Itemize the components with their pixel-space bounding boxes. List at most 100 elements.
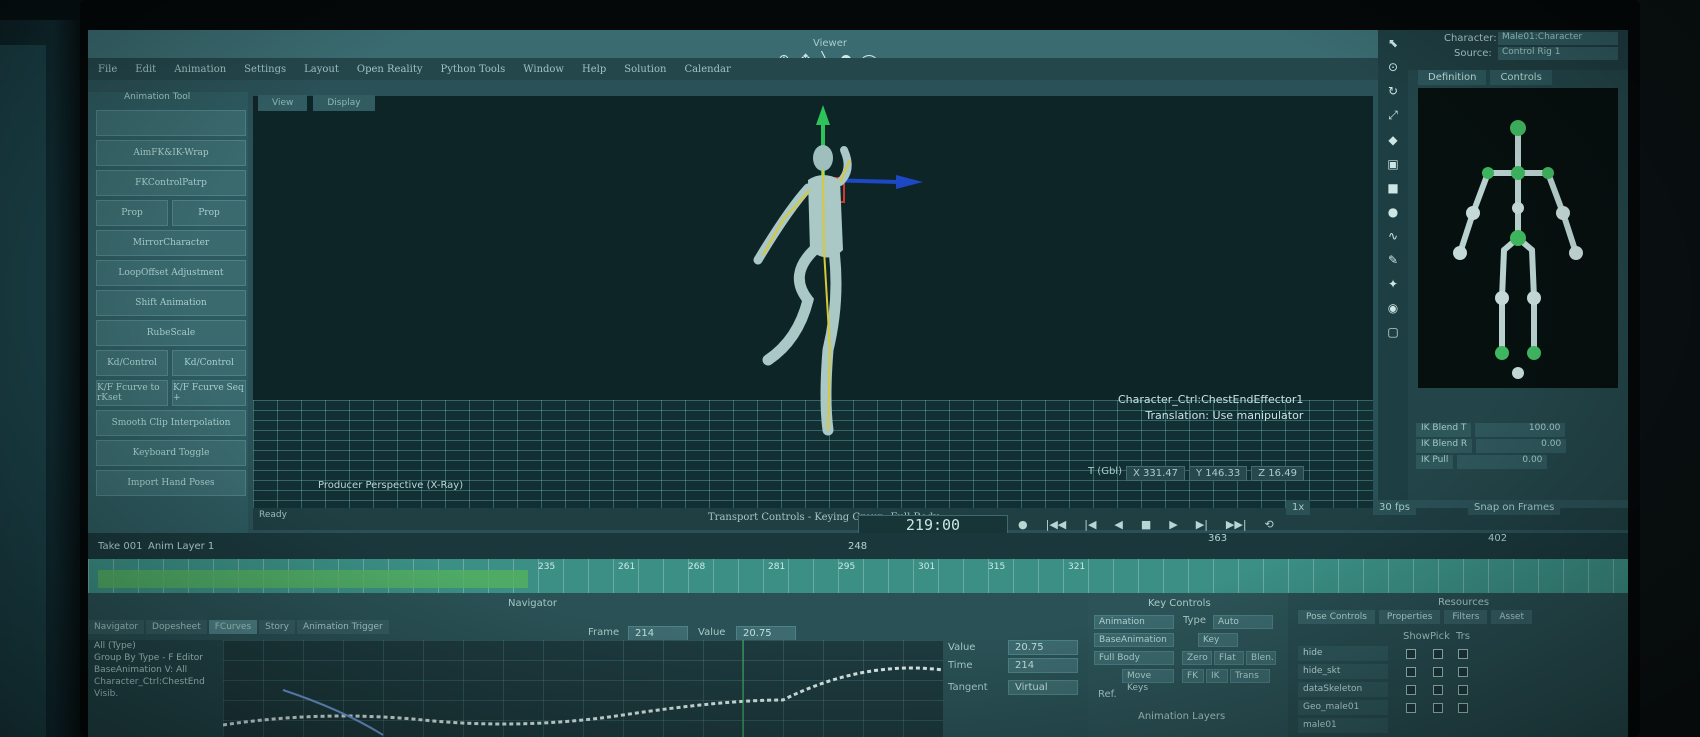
show-checkbox[interactable] bbox=[1406, 667, 1416, 677]
blend-button[interactable]: Blen. bbox=[1246, 651, 1276, 665]
playback-speed[interactable]: 1x bbox=[1286, 500, 1311, 515]
range-end[interactable]: 363 bbox=[1208, 533, 1227, 544]
tree-item[interactable]: Group By Type - F Editor bbox=[88, 652, 223, 664]
ik-button[interactable]: IK bbox=[1206, 669, 1228, 683]
tree-item[interactable]: Visib. bbox=[88, 688, 223, 700]
play-back-icon[interactable]: ◀ bbox=[1114, 518, 1122, 531]
tab-pose-controls[interactable]: Pose Controls bbox=[1298, 610, 1375, 624]
tool-button-fcurve-rkset[interactable]: K/F Fcurve to rKset bbox=[96, 380, 168, 406]
loop-icon[interactable]: ⟲ bbox=[1265, 518, 1274, 531]
animation-button[interactable]: Animation bbox=[1094, 615, 1174, 629]
coord-x[interactable]: X 331.47 bbox=[1125, 466, 1185, 481]
tab-fcurves[interactable]: FCurves bbox=[208, 620, 258, 634]
pick-checkbox[interactable] bbox=[1433, 703, 1443, 713]
scale-icon[interactable]: ⤢ bbox=[1388, 108, 1398, 123]
key-time-field[interactable]: 214 bbox=[1008, 658, 1078, 673]
record-icon[interactable]: ● bbox=[1018, 518, 1028, 531]
menu-open-reality[interactable]: Open Reality bbox=[357, 64, 423, 75]
tab-properties[interactable]: Properties bbox=[1378, 610, 1441, 624]
tab-story[interactable]: Story bbox=[259, 620, 295, 634]
tool-button-aim[interactable]: AimFK&IK-Wrap bbox=[96, 140, 246, 166]
tool-button-mirror[interactable]: MirrorCharacter bbox=[96, 230, 246, 256]
move-keys-button[interactable]: Move Keys bbox=[1122, 669, 1174, 693]
global-icon[interactable]: ⊙ bbox=[1388, 60, 1398, 74]
tool-button-blank[interactable] bbox=[96, 110, 246, 136]
menu-window[interactable]: Window bbox=[523, 64, 564, 75]
tab-navigator[interactable]: Navigator bbox=[88, 620, 145, 634]
curve-tree[interactable]: All (Type) Group By Type - F Editor Base… bbox=[88, 640, 223, 737]
show-checkbox[interactable] bbox=[1406, 649, 1416, 659]
menu-calendar[interactable]: Calendar bbox=[684, 64, 730, 75]
coord-z[interactable]: Z 16.49 bbox=[1251, 466, 1304, 481]
tool-button-smooth-clip[interactable]: Smooth Clip Interpolation bbox=[96, 410, 246, 436]
cursor-icon[interactable]: ⬉ bbox=[1388, 36, 1398, 50]
tool-button-prop-a[interactable]: Prop bbox=[96, 200, 168, 226]
pick-checkbox[interactable] bbox=[1433, 649, 1443, 659]
tree-item[interactable]: BaseAnimation V: All bbox=[88, 664, 223, 676]
tab-animation-trigger[interactable]: Animation Trigger bbox=[296, 620, 389, 634]
key-value-field[interactable]: 20.75 bbox=[1008, 640, 1078, 655]
ik-blend-r-value[interactable]: 0.00 bbox=[1476, 439, 1567, 453]
flat-button[interactable]: Flat bbox=[1214, 651, 1244, 665]
trs-checkbox[interactable] bbox=[1458, 667, 1468, 677]
tool-button-keyboard-toggle[interactable]: Keyboard Toggle bbox=[96, 440, 246, 466]
resource-item[interactable]: hide_skt bbox=[1298, 664, 1388, 679]
fps-selector[interactable]: 30 fps bbox=[1373, 500, 1416, 515]
tab-display[interactable]: Display bbox=[313, 95, 375, 111]
curve-icon[interactable]: ∿ bbox=[1388, 229, 1398, 243]
tab-controls[interactable]: Controls bbox=[1490, 70, 1552, 85]
trans-button[interactable]: Trans bbox=[1230, 669, 1270, 683]
sphere-tool-icon[interactable]: ● bbox=[1388, 205, 1398, 219]
menu-python-tools[interactable]: Python Tools bbox=[441, 64, 506, 75]
next-key-icon[interactable]: ▶| bbox=[1196, 518, 1208, 531]
tool-button-rubescale[interactable]: RubeScale bbox=[96, 320, 246, 346]
tab-definition[interactable]: Definition bbox=[1418, 70, 1487, 85]
tool-button-fcurve-seq[interactable]: K/F Fcurve Seq + bbox=[172, 380, 246, 406]
cube-icon[interactable]: ■ bbox=[1387, 181, 1398, 195]
prev-key-icon[interactable]: |◀ bbox=[1084, 518, 1096, 531]
menu-solution[interactable]: Solution bbox=[624, 64, 666, 75]
tool-button-kd-a[interactable]: Kd/Control bbox=[96, 350, 168, 376]
trs-checkbox[interactable] bbox=[1458, 649, 1468, 659]
tree-item[interactable]: All (Type) bbox=[88, 640, 223, 652]
current-frame-field[interactable]: 219:00 bbox=[858, 515, 1008, 535]
show-checkbox[interactable] bbox=[1406, 685, 1416, 695]
play-icon[interactable]: ▶ bbox=[1169, 518, 1177, 531]
keying-group-selector[interactable]: Full Body bbox=[1094, 651, 1174, 665]
menu-help[interactable]: Help bbox=[582, 64, 606, 75]
key-icon[interactable]: ◆ bbox=[1388, 133, 1397, 147]
base-layer-selector[interactable]: BaseAnimation bbox=[1094, 633, 1174, 647]
type-selector[interactable]: Auto bbox=[1213, 615, 1273, 629]
pick-checkbox[interactable] bbox=[1433, 667, 1443, 677]
snap-selector[interactable]: Snap on Frames bbox=[1468, 500, 1561, 515]
fk-button[interactable]: FK bbox=[1182, 669, 1204, 683]
range-bar[interactable]: 248 363 402 Take 001 Anim Layer 1 bbox=[88, 533, 1628, 559]
tab-view[interactable]: View bbox=[258, 95, 308, 111]
menu-settings[interactable]: Settings bbox=[244, 64, 286, 75]
select-icon[interactable]: ▣ bbox=[1387, 157, 1398, 171]
key-button[interactable]: Key bbox=[1198, 633, 1238, 647]
menu-animation[interactable]: Animation bbox=[174, 64, 226, 75]
stop-icon[interactable]: ■ bbox=[1141, 518, 1151, 531]
resource-item[interactable]: male01 bbox=[1298, 718, 1388, 733]
frame-icon[interactable]: ▢ bbox=[1387, 325, 1398, 339]
zero-button[interactable]: Zero bbox=[1182, 651, 1212, 665]
tab-filters[interactable]: Filters bbox=[1444, 610, 1488, 624]
menu-file[interactable]: File bbox=[98, 64, 117, 75]
resource-item[interactable]: hide bbox=[1298, 646, 1388, 661]
tab-dopesheet[interactable]: Dopesheet bbox=[146, 620, 207, 634]
tangent-selector[interactable]: Virtual bbox=[1008, 680, 1078, 695]
brush-icon[interactable]: ✎ bbox=[1388, 253, 1398, 267]
trs-checkbox[interactable] bbox=[1458, 685, 1468, 695]
tool-button-kd-b[interactable]: Kd/Control bbox=[172, 350, 246, 376]
end-frame[interactable]: 402 bbox=[1488, 533, 1507, 544]
light-icon[interactable]: ✦ bbox=[1388, 277, 1398, 291]
tree-item[interactable]: Character_Ctrl:ChestEnd bbox=[88, 676, 223, 688]
tool-button-fkcontrol[interactable]: FKControlPatrp bbox=[96, 170, 246, 196]
tool-button-prop-b[interactable]: Prop bbox=[172, 200, 246, 226]
rotate-icon[interactable]: ↻ bbox=[1388, 84, 1398, 98]
camera-icon[interactable]: ◉ bbox=[1388, 301, 1398, 315]
show-checkbox[interactable] bbox=[1406, 703, 1416, 713]
range-start[interactable]: 248 bbox=[848, 541, 867, 552]
fcurve-graph[interactable] bbox=[222, 640, 944, 737]
